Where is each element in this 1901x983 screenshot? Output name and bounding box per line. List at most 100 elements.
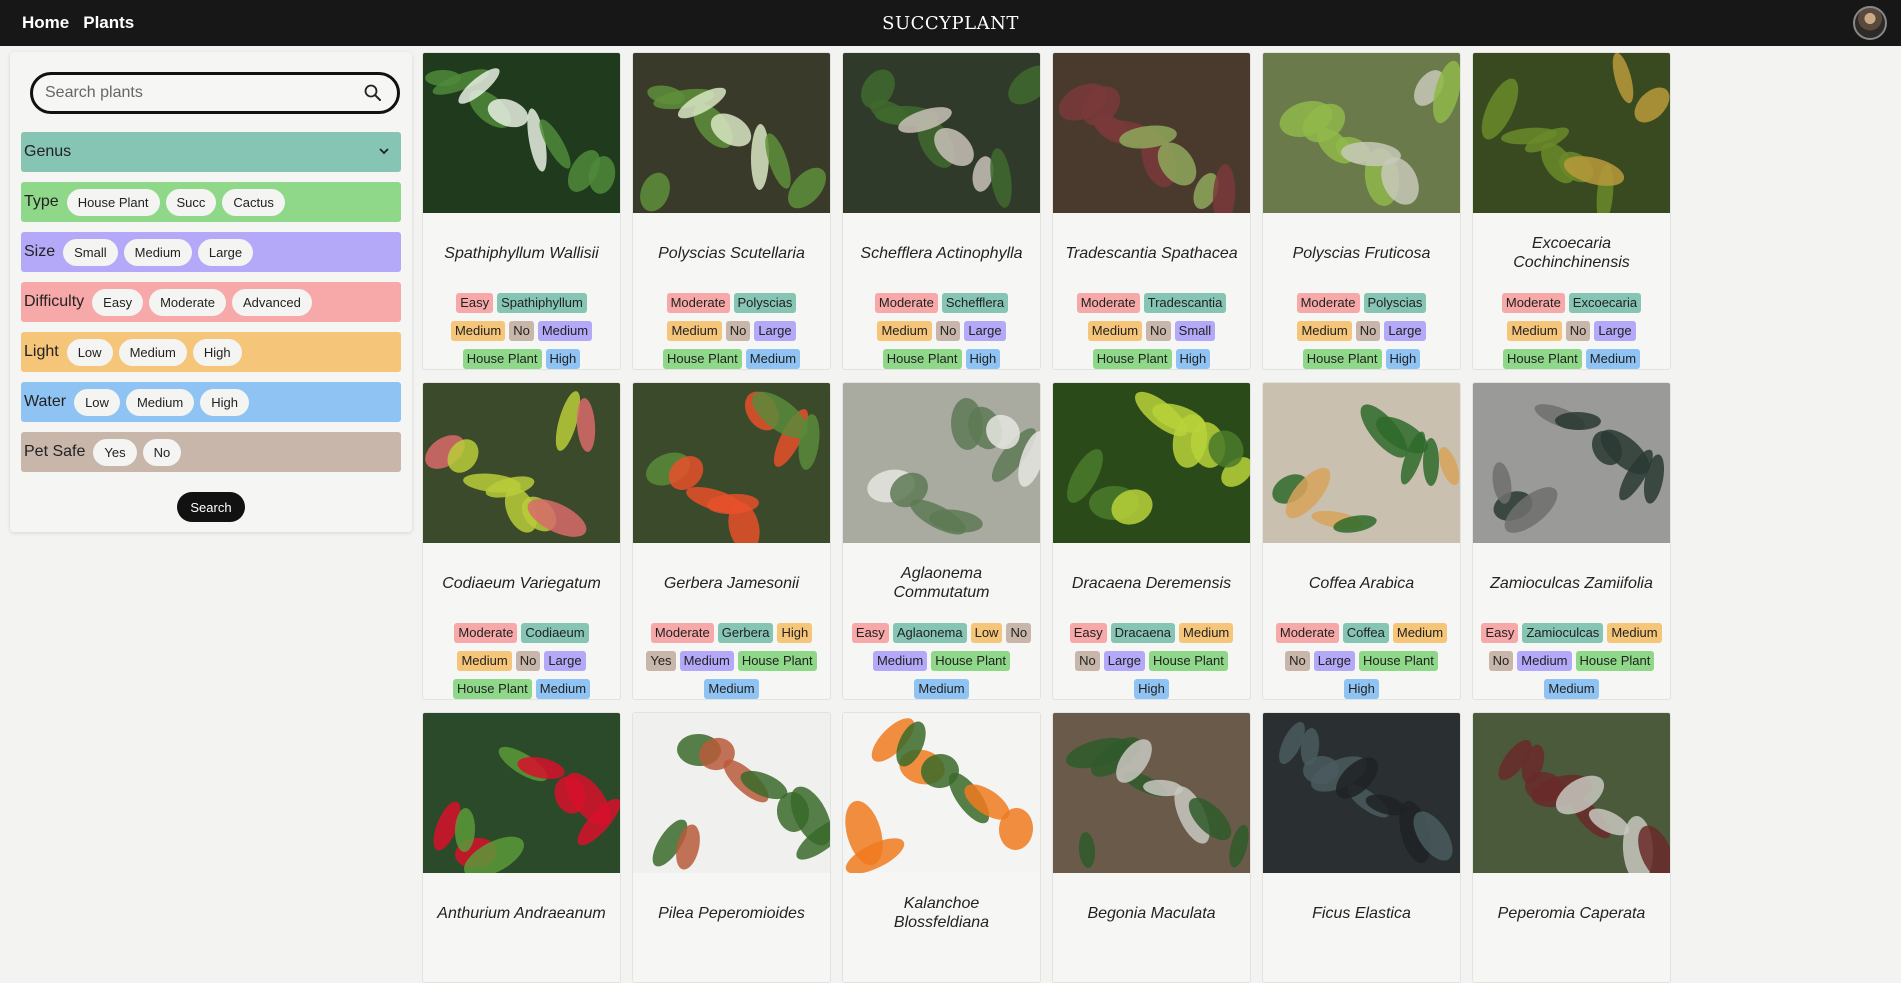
plant-tag-genus: Zamioculcas (1522, 623, 1604, 643)
plant-name[interactable]: Dracaena Deremensis (1053, 543, 1250, 623)
water-filter: Water Low Medium High (21, 382, 401, 422)
plant-name[interactable]: Peperomia Caperata (1473, 873, 1670, 953)
plant-name[interactable]: Ficus Elastica (1263, 873, 1460, 953)
plant-card-coffea-arabica[interactable]: Coffea Arabica Moderate Coffea Medium No Larg… (1262, 382, 1461, 700)
size-chip-medium[interactable]: Medium (123, 238, 192, 266)
plant-photo[interactable] (423, 713, 621, 873)
plant-tags: Easy Zamioculcas Medium No Medium House Plant… (1473, 623, 1670, 699)
plant-name[interactable]: Tradescantia Spathacea (1053, 213, 1250, 293)
brand-logo[interactable]: SUCCYPLANT (882, 13, 1019, 34)
search-icon[interactable] (363, 83, 383, 103)
plant-tag-genus: Polyscias (733, 293, 797, 313)
difficulty-filter: Difficulty Easy Moderate Advanced (21, 282, 401, 322)
plant-tag-water: Medium (535, 679, 591, 699)
plant-card-pilea-peperomioides[interactable]: Pilea Peperomioides (632, 712, 831, 983)
light-chip-medium[interactable]: Medium (118, 338, 187, 366)
plant-name[interactable]: Aglaonema Commutatum (843, 543, 1040, 623)
water-label: Water (24, 393, 67, 410)
plant-tag-type: House Plant (737, 651, 817, 671)
plant-name[interactable]: Spathiphyllum Wallisii (423, 213, 620, 293)
plant-tag-genus: Polyscias (1363, 293, 1427, 313)
plant-photo[interactable] (1263, 713, 1461, 873)
pet-safe-chip-no[interactable]: No (142, 438, 182, 466)
plant-name[interactable]: Pilea Peperomioides (633, 873, 830, 953)
plant-name[interactable]: Anthurium Andraeanum (423, 873, 620, 953)
nav-home-link[interactable]: Home (22, 13, 69, 33)
plant-photo[interactable] (1053, 713, 1251, 873)
type-label: Type (24, 193, 59, 210)
plant-card-peperomia-caperata[interactable]: Peperomia Caperata (1472, 712, 1671, 983)
plant-photo[interactable] (1263, 383, 1461, 543)
difficulty-chip-advanced[interactable]: Advanced (232, 288, 312, 316)
difficulty-label: Difficulty (24, 293, 85, 310)
plant-photo[interactable] (843, 713, 1041, 873)
genus-dropdown[interactable]: Genus (21, 132, 401, 172)
plant-card-kalanchoe-blossfeldiana[interactable]: Kalanchoe Blossfeldiana (842, 712, 1041, 983)
plant-card-polyscias-fruticosa[interactable]: Polyscias Fruticosa Moderate Polyscias Medi… (1262, 52, 1461, 370)
plant-card-schefflera-actinophylla[interactable]: Schefflera Actinophylla Moderate Scheffler… (842, 52, 1041, 370)
plant-name[interactable]: Coffea Arabica (1263, 543, 1460, 623)
pet-safe-chip-yes[interactable]: Yes (93, 438, 137, 466)
plant-photo[interactable] (1053, 53, 1251, 213)
plant-photo[interactable] (843, 383, 1041, 543)
water-chip-medium[interactable]: Medium (125, 388, 195, 416)
water-chip-high[interactable]: High (200, 388, 249, 416)
plant-card-spathiphyllum-wallisii[interactable]: Spathiphyllum Wallisii Easy Spathiphyllum M… (422, 52, 621, 370)
plant-tag-genus: Aglaonema (892, 623, 967, 643)
search-input[interactable] (45, 75, 355, 111)
type-chip-succ[interactable]: Succ (165, 188, 217, 216)
plant-card-excoecaria-cochinchinensis[interactable]: Excoecaria Cochinchinensis Moderate Excoec… (1472, 52, 1671, 370)
light-chip-low[interactable]: Low (66, 338, 113, 366)
plant-photo[interactable] (1473, 713, 1671, 873)
plant-photo[interactable] (1473, 53, 1671, 213)
plant-name[interactable]: Gerbera Jamesonii (633, 543, 830, 623)
plant-name[interactable]: Codiaeum Variegatum (423, 543, 620, 623)
plant-tag-water: Medium (704, 679, 759, 699)
nav-plants-link[interactable]: Plants (83, 13, 134, 33)
plant-name[interactable]: Polyscias Scutellaria (633, 213, 830, 293)
plant-card-anthurium-andraeanum[interactable]: Anthurium Andraeanum (422, 712, 621, 983)
plant-tag-pet: No (1006, 623, 1032, 643)
plant-card-tradescantia-spathacea[interactable]: Tradescantia Spathacea Moderate Tradescant… (1052, 52, 1251, 370)
size-chip-small[interactable]: Small (63, 238, 118, 266)
plant-photo[interactable] (1473, 383, 1671, 543)
type-chip-house-plant[interactable]: House Plant (66, 188, 160, 216)
plant-card-ficus-elastica[interactable]: Ficus Elastica (1262, 712, 1461, 983)
size-chip-large[interactable]: Large (197, 238, 254, 266)
plant-card-zamioculcas-zamiifolia[interactable]: Zamioculcas Zamiifolia Easy Zamioculcas Med… (1472, 382, 1671, 700)
water-chip-low[interactable]: Low (74, 388, 120, 416)
difficulty-chip-moderate[interactable]: Moderate (149, 288, 226, 316)
plant-name[interactable]: Polyscias Fruticosa (1263, 213, 1460, 293)
plant-card-polyscias-scutellaria[interactable]: Polyscias Scutellaria Moderate Polyscias Me… (632, 52, 831, 370)
type-chip-cactus[interactable]: Cactus (222, 188, 285, 216)
light-chip-high[interactable]: High (192, 338, 242, 366)
plant-photo[interactable] (843, 53, 1041, 213)
plant-name[interactable]: Schefflera Actinophylla (843, 213, 1040, 293)
plant-tags: Easy Dracaena Medium No Large House Plant High (1053, 623, 1250, 699)
plant-name[interactable]: Excoecaria Cochinchinensis (1473, 213, 1670, 293)
plant-name[interactable]: Zamioculcas Zamiifolia (1473, 543, 1670, 623)
type-filter: Type House Plant Succ Cactus (21, 182, 401, 222)
difficulty-chip-easy[interactable]: Easy (92, 288, 144, 316)
plant-photo[interactable] (633, 713, 831, 873)
search-button[interactable]: Search (177, 492, 245, 522)
plant-tag-diff: Easy (1069, 623, 1107, 643)
plant-card-aglaonema-commutatum[interactable]: Aglaonema Commutatum Easy Aglaonema Low No Me… (842, 382, 1041, 700)
plant-card-gerbera-jamesonii[interactable]: Gerbera Jamesonii Moderate Gerbera High Yes M… (632, 382, 831, 700)
plant-name[interactable]: Kalanchoe Blossfeldiana (843, 873, 1040, 953)
plant-card-begonia-maculata[interactable]: Begonia Maculata (1052, 712, 1251, 983)
user-avatar[interactable] (1853, 6, 1887, 40)
plant-photo[interactable] (423, 383, 621, 543)
plant-photo[interactable] (1263, 53, 1461, 213)
plant-photo[interactable] (633, 53, 831, 213)
plant-photo[interactable] (633, 383, 831, 543)
pet-safe-filter: Pet Safe Yes No (21, 432, 401, 472)
plant-tag-light: Medium (667, 321, 722, 341)
plant-photo[interactable] (1053, 383, 1251, 543)
plant-card-dracaena-deremensis[interactable]: Dracaena Deremensis Easy Dracaena Medium No L… (1052, 382, 1251, 700)
plant-photo[interactable] (423, 53, 621, 213)
plant-name[interactable]: Begonia Maculata (1053, 873, 1250, 953)
plant-tag-type: House Plant (882, 349, 962, 369)
plant-tag-diff: Moderate (650, 623, 714, 643)
plant-card-codiaeum-variegatum[interactable]: Codiaeum Variegatum Moderate Codiaeum Mediu… (422, 382, 621, 700)
